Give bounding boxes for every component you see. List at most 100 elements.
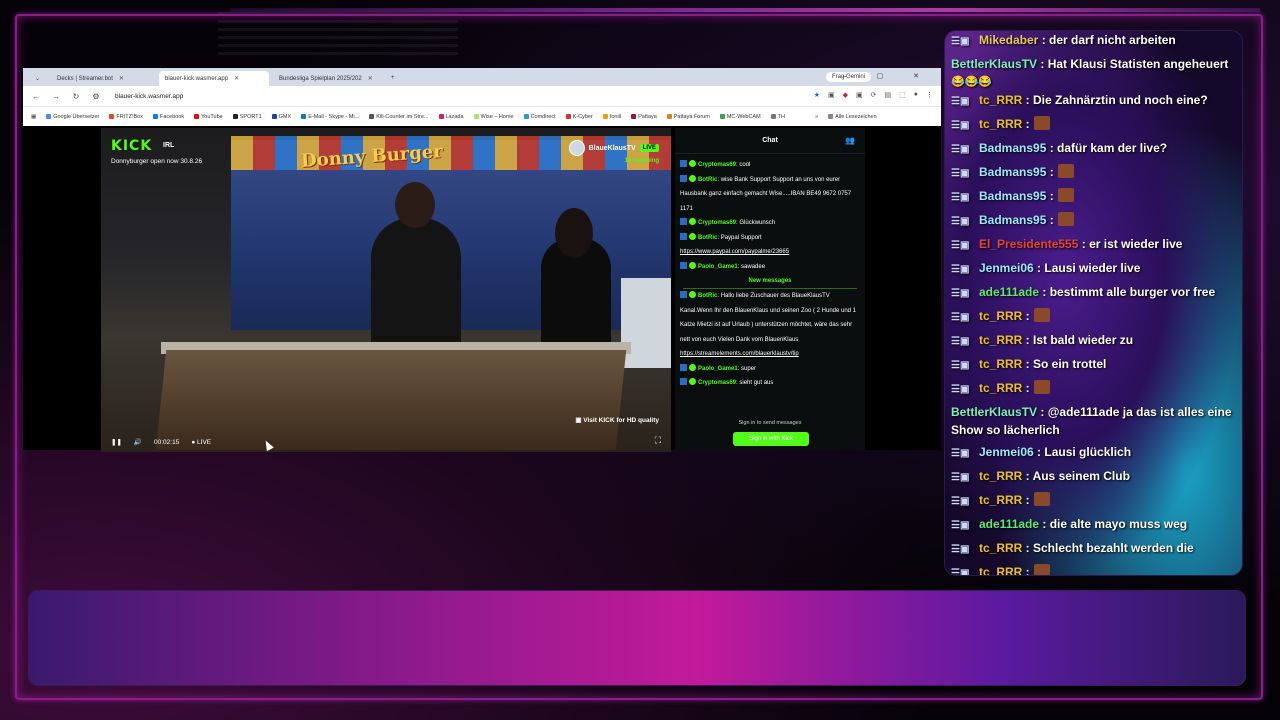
overlay-chat-row: ☰▣ Jenmei06 : Lausi glücklich	[945, 441, 1242, 465]
bookmark-label: SPORT1	[239, 113, 262, 120]
address-bar[interactable]: blauer-kick.wasmer.app	[115, 93, 183, 100]
channel-info[interactable]: BlaueKlausTV LIVE	[568, 140, 659, 156]
extension-icon[interactable]: ▣	[828, 91, 835, 99]
overlay-chat-row: ☰▣ tc_RRR :	[945, 489, 1242, 513]
mail-icon	[301, 113, 307, 119]
back-icon[interactable]: ←	[31, 92, 41, 101]
overlay-chat-row: ☰▣ tc_RRR : Die Zahnärztin und noch eine?	[945, 89, 1242, 113]
bookmark[interactable]: Kill-Counter im Stre...	[369, 113, 429, 120]
overlay-chat-text: : Lausi glücklich	[1033, 445, 1132, 459]
tab-decks[interactable]: Decks | Streamer.bot ✕	[51, 71, 155, 86]
tab-bundesliga[interactable]: Bundesliga Spielplan 2025/202 ✕	[273, 71, 385, 86]
frame-top-glow	[230, 8, 1260, 12]
chat-link[interactable]: https://streamelements.com/blauerklaustv…	[680, 351, 799, 357]
moderator-badge-icon	[680, 291, 687, 298]
bookmark[interactable]: Wise – Home	[473, 113, 514, 120]
extension-icon[interactable]: ▤	[885, 91, 892, 99]
chat-username[interactable]: BotRic	[698, 235, 717, 241]
chat-link[interactable]: https://www.paypal.com/paypalme/23665	[680, 249, 789, 255]
close-icon[interactable]: ✕	[119, 76, 124, 82]
reload-icon[interactable]: ↻	[71, 92, 81, 101]
new-messages-divider[interactable]: New messages	[683, 274, 857, 289]
chat-username[interactable]: Paolo_Game1	[698, 264, 738, 270]
apps-icon[interactable]: ▦	[31, 114, 36, 120]
chat-username[interactable]: Cryptomas69	[698, 380, 736, 386]
youtube-icon	[194, 113, 200, 119]
overlay-chat-row: ☰▣ tc_RRR : Schlecht bezahlt werden die	[945, 537, 1242, 561]
chat-message: Cryptomas69: cool	[675, 158, 865, 173]
tab-blauer-kick[interactable]: blauer-kick.wasmer.app ✕	[159, 71, 269, 86]
bookmark[interactable]: SPORT1	[232, 113, 262, 120]
overlay-chat-text: : er ist wieder live	[1078, 237, 1183, 251]
bookmark[interactable]: K-Cyber	[565, 113, 593, 120]
bookmark[interactable]: Pattaya	[631, 113, 657, 120]
verified-badge-icon	[689, 363, 696, 371]
verified-badge-icon	[689, 378, 696, 385]
moderator-badge-icon	[680, 363, 687, 371]
signin-button[interactable]: Sign in with Kick	[733, 432, 809, 446]
overlay-chat-text: :	[1022, 117, 1030, 131]
chat-username[interactable]: BotRic	[698, 177, 717, 183]
bookmark[interactable]: Facebook	[152, 113, 184, 120]
pause-icon[interactable]: ❚❚	[111, 438, 122, 446]
fullscreen-icon[interactable]: ⛶	[655, 435, 661, 446]
bookmark[interactable]: MC-WebCAM	[719, 113, 761, 120]
chat-message: https://www.paypal.com/paypalme/23665	[675, 245, 865, 260]
chat-message: BotRic: wise Bank Support Support an uns…	[680, 174, 852, 212]
hd-quality-link[interactable]: ▣ Visit KICK for HD quality	[575, 416, 659, 424]
chat-message: Cryptomas69: sieht gut aus	[675, 376, 865, 391]
menu-icon[interactable]: ⋮	[926, 91, 933, 99]
overlay-chat-username: tc_RRR	[979, 565, 1023, 576]
emote-icon	[1057, 164, 1074, 178]
bookmark[interactable]: Google Übersetzer	[46, 113, 99, 120]
bookmark[interactable]: TH	[770, 113, 786, 120]
overlay-chat-row: ☰▣ tc_RRR : So ein trottel	[945, 353, 1242, 377]
chat-username[interactable]: Cryptomas69	[698, 162, 736, 168]
webcam-icon	[719, 113, 725, 119]
bookmark[interactable]: Lazada	[438, 113, 464, 120]
extension-icon[interactable]: ◆	[843, 91, 848, 99]
close-icon[interactable]: ✕	[368, 76, 373, 82]
chat-message: Paolo_Game1: super	[675, 362, 865, 377]
new-tab-button[interactable]: +	[385, 71, 401, 86]
video-player[interactable]: Donny Burger KICK IRL Donnyburger open n…	[101, 128, 671, 452]
bookmark[interactable]: FRITZ!Box	[109, 113, 143, 120]
window-controls[interactable]: – ▢ ✕	[843, 72, 933, 80]
chat-username[interactable]: BotRic	[698, 293, 717, 299]
video-scene-counter	[155, 350, 627, 450]
chat-username[interactable]: Paolo_Game1	[698, 366, 738, 372]
chat-message: https://streamelements.com/blauerklaustv…	[675, 347, 865, 362]
users-icon[interactable]: 👥	[845, 136, 855, 145]
chat-username[interactable]: Cryptomas69	[698, 220, 736, 226]
close-icon[interactable]: ✕	[234, 76, 239, 82]
extension-icon[interactable]: ⟳	[871, 91, 877, 99]
emote-icon	[1033, 492, 1050, 506]
bookmark[interactable]: GMX	[271, 113, 292, 120]
user-badges-icon: ☰▣	[951, 384, 970, 395]
overlay-chat-username: tc_RRR	[979, 309, 1023, 323]
bookmark-label: TH	[777, 113, 786, 120]
bookmark[interactable]: foniil	[602, 113, 621, 120]
bookmarks-more-icon[interactable]: »	[815, 114, 818, 120]
bookmark[interactable]: Pattaya Forum	[666, 113, 710, 120]
volume-icon[interactable]: 🔊	[134, 438, 142, 446]
site-info-icon[interactable]: ⚙	[91, 92, 101, 101]
live-badge: LIVE	[639, 144, 659, 152]
extension-icon[interactable]: ▣	[856, 91, 863, 99]
forward-icon[interactable]: →	[51, 92, 61, 101]
wise-icon	[473, 113, 479, 119]
overlay-chat-username: Badmans95	[979, 165, 1047, 179]
tab-menu-icon[interactable]: ⌄	[29, 71, 49, 86]
bookmark[interactable]: YouTube	[194, 113, 223, 120]
overlay-chat-username: ade111ade	[979, 517, 1040, 531]
bookmark[interactable]: Comdirect	[523, 113, 556, 120]
bookmark[interactable]: E-Mail - Skype - Mi...	[301, 113, 359, 120]
overlay-chat-row: ☰▣ ade111ade : die alte mayo muss weg	[945, 513, 1242, 537]
bookmark-label: GMX	[278, 113, 292, 120]
bookmark-label: FRITZ!Box	[116, 113, 143, 120]
all-bookmarks[interactable]: Alle Lesezeichen	[828, 113, 877, 120]
extension-icon[interactable]: ⬚	[899, 91, 906, 99]
verified-badge-icon	[689, 160, 696, 167]
profile-icon[interactable]: ●	[914, 91, 918, 99]
star-icon[interactable]: ★	[814, 91, 820, 99]
